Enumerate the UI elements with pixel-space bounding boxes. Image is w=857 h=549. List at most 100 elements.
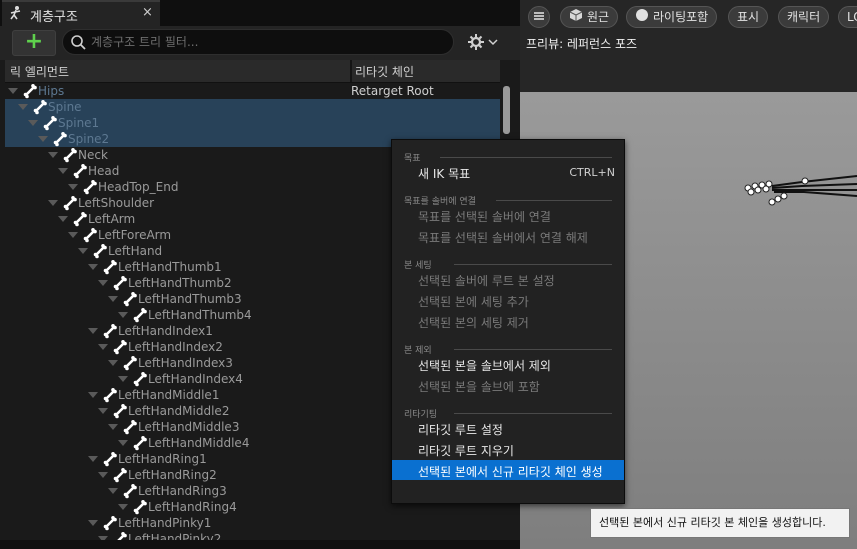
settings-button[interactable] [466, 30, 502, 54]
menu-item[interactable]: 목표를 선택된 솔버에서 연결 해제 [392, 226, 624, 246]
expand-arrow-icon[interactable] [118, 440, 128, 446]
expand-arrow-icon[interactable] [98, 344, 108, 350]
expand-arrow-icon[interactable] [98, 408, 108, 414]
bone-icon [102, 387, 118, 403]
bone-icon [82, 179, 98, 195]
tree-row[interactable]: Hips Retarget Root [5, 83, 500, 99]
hierarchy-toolbar: + [0, 26, 520, 60]
menu-item-label: 선택된 본을 솔브에 포함 [418, 380, 540, 394]
perspective-cube-icon [569, 8, 583, 28]
expand-arrow-icon[interactable] [58, 168, 68, 174]
gear-icon [466, 34, 502, 57]
bone-icon [122, 483, 138, 499]
viewport-button-label: LO [847, 10, 857, 24]
expand-arrow-icon[interactable] [108, 424, 118, 430]
bone-icon [82, 227, 98, 243]
bone-label: LeftHandRing2 [128, 468, 217, 482]
expand-arrow-icon[interactable] [48, 152, 58, 158]
bone-icon [22, 83, 38, 99]
menu-item[interactable]: 새 IK 목표 CTRL+N [392, 162, 624, 182]
viewport-button-4[interactable]: 캐릭터 [778, 6, 830, 28]
add-button[interactable]: + [12, 30, 56, 56]
menu-item[interactable]: 선택된 솔버에 루트 본 설정 [392, 269, 624, 289]
expand-arrow-icon[interactable] [18, 104, 28, 110]
viewport-button-2[interactable]: 라이팅포함 [626, 6, 718, 28]
expand-arrow-icon[interactable] [108, 488, 118, 494]
expand-arrow-icon[interactable] [88, 264, 98, 270]
bone-label: Neck [78, 148, 108, 162]
expand-arrow-icon[interactable] [68, 232, 78, 238]
viewport-button-3[interactable]: 표시 [728, 6, 769, 28]
expand-arrow-icon[interactable] [28, 120, 38, 126]
bone-icon [122, 355, 138, 371]
column-retarget-chain[interactable]: 리타깃 체인 [355, 63, 414, 80]
menu-section-divider [440, 157, 612, 158]
bone-label: Hips [38, 84, 65, 98]
expand-arrow-icon[interactable] [8, 88, 18, 94]
search-box[interactable] [62, 29, 454, 55]
expand-arrow-icon[interactable] [38, 136, 48, 142]
menu-item[interactable]: 선택된 본에서 신규 리타깃 체인 생성 [392, 460, 624, 480]
expand-arrow-icon[interactable] [108, 296, 118, 302]
menu-item-shortcut: CTRL+N [569, 166, 615, 179]
bone-label: LeftArm [88, 212, 136, 226]
menu-item[interactable]: 선택된 본에 세팅 추가 [392, 290, 624, 310]
bone-icon [112, 403, 128, 419]
bone-label: LeftShoulder [78, 196, 155, 210]
bone-label: HeadTop_End [98, 180, 179, 194]
column-rig-element[interactable]: 릭 엘리먼트 [10, 63, 69, 80]
tree-row[interactable]: LeftHandPinky1 [5, 515, 500, 531]
bone-icon [112, 339, 128, 355]
column-header: 릭 엘리먼트 리타깃 체인 [5, 60, 500, 83]
column-divider[interactable] [350, 60, 352, 82]
close-icon[interactable]: × [142, 5, 153, 20]
menu-item[interactable]: 선택된 본을 솔브에서 제외 [392, 354, 624, 374]
viewport-button-label: 캐릭터 [787, 10, 821, 24]
menu-item-label: 선택된 본의 세팅 제거 [418, 316, 529, 330]
expand-arrow-icon[interactable] [98, 280, 108, 286]
viewport-button-label: 라이팅포함 [653, 10, 709, 24]
search-input[interactable] [91, 34, 441, 50]
expand-arrow-icon[interactable] [98, 472, 108, 478]
tab-strip: 계층구조 × [0, 0, 520, 26]
menu-item[interactable]: 선택된 본을 솔브에 포함 [392, 375, 624, 395]
expand-arrow-icon[interactable] [68, 184, 78, 190]
viewport-button-5[interactable]: LO [838, 6, 857, 28]
bone-icon [132, 499, 148, 515]
preview-label: 프리뷰: 레퍼런스 포즈 [526, 37, 638, 51]
expand-arrow-icon[interactable] [88, 520, 98, 526]
tab-hierarchy[interactable]: 계층구조 × [2, 0, 160, 26]
menu-item-label: 리타깃 루트 지우기 [418, 444, 514, 458]
retarget-chain-value: Retarget Root [351, 84, 434, 98]
bone-label: Head [88, 164, 120, 178]
bone-label: LeftForeArm [98, 228, 172, 242]
viewport-button-0[interactable] [528, 6, 550, 28]
expand-arrow-icon[interactable] [118, 376, 128, 382]
menu-item[interactable]: 목표를 선택된 솔버에 연결 [392, 205, 624, 225]
menu-item-label: 새 IK 목표 [418, 167, 471, 181]
menu-item[interactable]: 선택된 본의 세팅 제거 [392, 311, 624, 331]
context-menu: 목표 새 IK 목표 CTRL+N 목표를 솔버에 연결 목표를 선택된 솔버에 연결 목… [391, 139, 625, 504]
expand-arrow-icon[interactable] [88, 392, 98, 398]
tree-scrollbar[interactable] [503, 86, 510, 134]
expand-arrow-icon[interactable] [88, 456, 98, 462]
expand-arrow-icon[interactable] [48, 200, 58, 206]
expand-arrow-icon[interactable] [118, 504, 128, 510]
expand-arrow-icon[interactable] [58, 216, 68, 222]
expand-arrow-icon[interactable] [78, 248, 88, 254]
bone-icon [92, 243, 108, 259]
menu-item[interactable]: 리타깃 루트 지우기 [392, 439, 624, 459]
tree-row[interactable]: Spine [5, 99, 500, 115]
viewport-button-1[interactable]: 원근 [560, 6, 619, 28]
panel-bottom-bar [0, 540, 520, 549]
bone-icon [52, 131, 68, 147]
menu-item-label: 목표를 선택된 솔버에 연결 [418, 210, 551, 224]
bone-icon [72, 211, 88, 227]
expand-arrow-icon[interactable] [118, 312, 128, 318]
menu-item-label: 선택된 본에서 신규 리타깃 체인 생성 [418, 465, 603, 479]
search-icon [69, 33, 87, 51]
expand-arrow-icon[interactable] [88, 328, 98, 334]
tree-row[interactable]: Spine1 [5, 115, 500, 131]
menu-item[interactable]: 리타깃 루트 설정 [392, 418, 624, 438]
expand-arrow-icon[interactable] [108, 360, 118, 366]
